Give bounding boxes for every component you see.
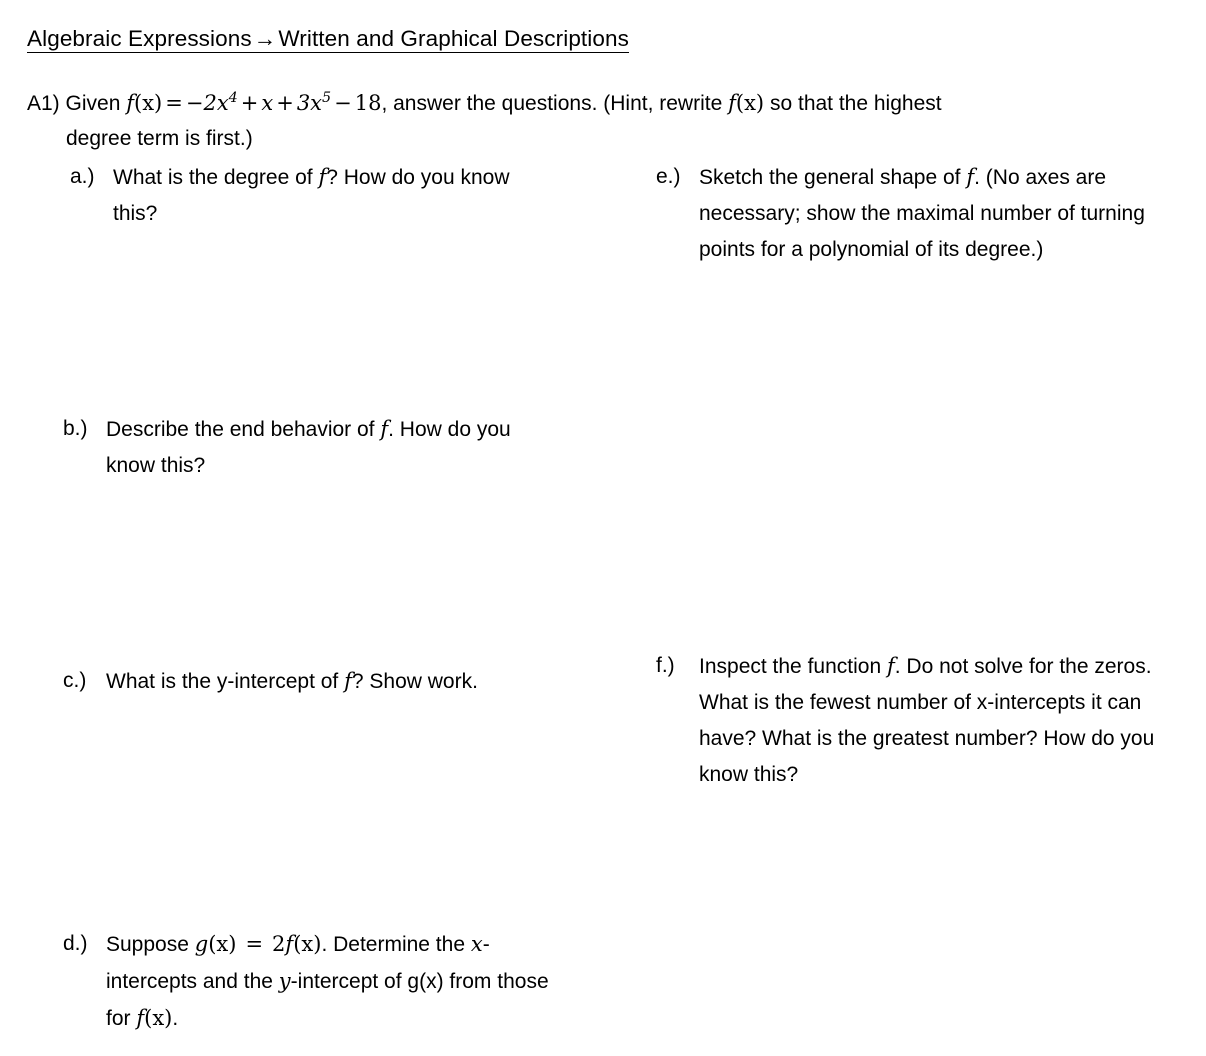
question-b-math-f: f: [380, 417, 389, 441]
left-column: a.) What is the degree of f? How do you …: [0, 0, 620, 1056]
question-d-var-x: x: [470, 932, 483, 956]
question-text-a: What is the degree of f? How do you know…: [113, 159, 540, 232]
question-marker-c: c.): [63, 669, 87, 692]
question-e-math-f: f: [966, 165, 975, 189]
question-d-var-y: y: [278, 969, 291, 993]
question-d-math-2f: 2f(x): [272, 932, 322, 956]
question-marker-b: b.): [63, 417, 88, 440]
question-d-lead: Suppose: [106, 933, 189, 956]
question-c-math-f: f: [344, 669, 352, 693]
question-text-b: Describe the end behavior of f. How do y…: [106, 411, 543, 484]
question-c-tail: ? Show work.: [351, 670, 478, 693]
question-b-lead: Describe the end behavior of: [106, 418, 375, 441]
question-d-text-mid: . Determine the: [321, 933, 466, 956]
question-d-y-intercept-text: -intercept of: [290, 970, 402, 993]
question-text-c: What is the y-intercept of f? Show work.: [106, 663, 533, 700]
question-f-math-f: f: [886, 654, 895, 678]
question-item-b: b.) Describe the end behavior of f. How …: [63, 411, 543, 484]
question-item-f: f.) Inspect the function f. Do not solve…: [656, 648, 1156, 793]
question-d-plain-g: g(x): [407, 970, 444, 993]
question-text-f: Inspect the function f. Do not solve for…: [699, 648, 1156, 793]
question-f-lead: Inspect the function: [699, 655, 882, 678]
question-item-d: d.) Suppose g(x) = 2f(x). Determine the x -…: [63, 926, 553, 1037]
question-d-math-g: g(x): [194, 932, 237, 956]
question-item-e: e.) Sketch the general shape of f. (No a…: [656, 159, 1156, 268]
question-e-lead: Sketch the general shape of: [699, 166, 961, 189]
question-d-period: .: [172, 1007, 179, 1030]
question-item-c: c.) What is the y-intercept of f? Show w…: [63, 663, 533, 700]
question-item-a: a.) What is the degree of f? How do you …: [70, 159, 540, 232]
question-marker-f: f.): [656, 654, 675, 677]
right-column: e.) Sketch the general shape of f. (No a…: [630, 0, 1206, 1056]
question-d-math-f: f(x): [136, 1006, 173, 1030]
question-marker-a: a.): [70, 165, 95, 188]
question-marker-d: d.): [63, 932, 88, 955]
worksheet-page: Algebraic Expressions→Written and Graphi…: [0, 0, 1206, 1056]
question-text-d: Suppose g(x) = 2f(x). Determine the x -inte…: [106, 926, 553, 1037]
question-a-lead: What is the degree of: [113, 166, 313, 189]
question-d-equals: =: [245, 932, 264, 956]
question-text-e: Sketch the general shape of f. (No axes …: [699, 159, 1156, 268]
question-marker-e: e.): [656, 165, 681, 188]
question-c-lead: What is the y-intercept of: [106, 670, 339, 693]
